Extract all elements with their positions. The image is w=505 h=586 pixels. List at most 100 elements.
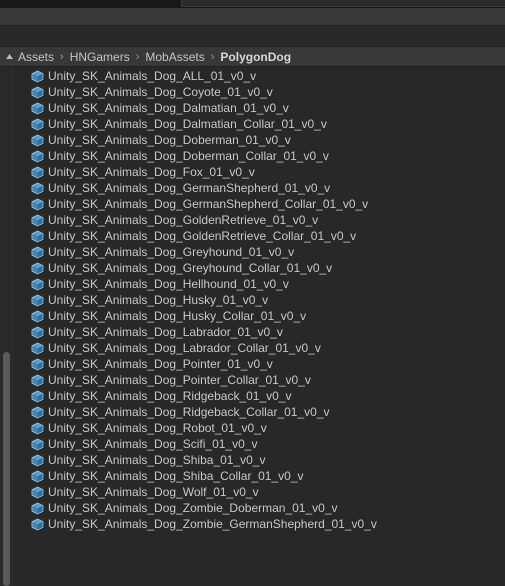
scrollbar-thumb[interactable] [3, 352, 10, 586]
asset-list-item-label: Unity_SK_Animals_Dog_Ridgeback_01_v0_v [48, 389, 292, 403]
asset-list-item-label: Unity_SK_Animals_Dog_Labrador_01_v0_v [48, 325, 283, 339]
prefab-cube-icon [30, 165, 44, 179]
breadcrumb-item-polygondog[interactable]: PolygonDog [220, 50, 291, 64]
prefab-cube-icon [30, 69, 44, 83]
breadcrumb-scroll-up-icon[interactable] [4, 47, 14, 66]
breadcrumb-item-hngamers[interactable]: HNGamers [70, 50, 130, 64]
asset-list-item-label: Unity_SK_Animals_Dog_Wolf_01_v0_v [48, 485, 259, 499]
asset-list-item[interactable]: Unity_SK_Animals_Dog_GermanShepherd_Coll… [30, 196, 500, 212]
asset-list-item-label: Unity_SK_Animals_Dog_Scifi_01_v0_v [48, 437, 258, 451]
asset-list-item[interactable]: Unity_SK_Animals_Dog_Ridgeback_Collar_01… [30, 404, 500, 420]
asset-list-item[interactable]: Unity_SK_Animals_Dog_Hellhound_01_v0_v [30, 276, 500, 292]
asset-list-item[interactable]: Unity_SK_Animals_Dog_Wolf_01_v0_v [30, 484, 500, 500]
asset-list-item-label: Unity_SK_Animals_Dog_Shiba_Collar_01_v0_… [48, 469, 304, 483]
prefab-cube-icon [30, 389, 44, 403]
asset-list-item[interactable]: Unity_SK_Animals_Dog_Greyhound_Collar_01… [30, 260, 500, 276]
prefab-cube-icon [30, 261, 44, 275]
asset-list-item-label: Unity_SK_Animals_Dog_Robot_01_v0_v [48, 421, 267, 435]
prefab-cube-icon [30, 85, 44, 99]
prefab-cube-icon [30, 453, 44, 467]
asset-list-item-label: Unity_SK_Animals_Dog_Dalmatian_Collar_01… [48, 117, 327, 131]
breadcrumb: Assets › HNGamers › MobAssets › PolygonD… [0, 46, 505, 67]
asset-list-item[interactable]: Unity_SK_Animals_Dog_Coyote_01_v0_v [30, 84, 500, 100]
asset-list-item-label: Unity_SK_Animals_Dog_Coyote_01_v0_v [48, 85, 273, 99]
prefab-cube-icon [30, 133, 44, 147]
prefab-cube-icon [30, 229, 44, 243]
prefab-cube-icon [30, 357, 44, 371]
asset-list-item[interactable]: Unity_SK_Animals_Dog_Fox_01_v0_v [30, 164, 500, 180]
asset-list-item[interactable]: Unity_SK_Animals_Dog_Robot_01_v0_v [30, 420, 500, 436]
prefab-cube-icon [30, 117, 44, 131]
prefab-cube-icon [30, 485, 44, 499]
asset-list-item[interactable]: Unity_SK_Animals_Dog_Dalmatian_01_v0_v [30, 100, 500, 116]
toolbar-spacer [0, 26, 505, 46]
prefab-cube-icon [30, 149, 44, 163]
vertical-scrollbar[interactable] [0, 67, 14, 586]
breadcrumb-item-mobassets[interactable]: MobAssets [145, 50, 204, 64]
prefab-cube-icon [30, 277, 44, 291]
prefab-cube-icon [30, 213, 44, 227]
project-window: Assets › HNGamers › MobAssets › PolygonD… [0, 0, 505, 586]
asset-list-item-label: Unity_SK_Animals_Dog_Greyhound_Collar_01… [48, 261, 333, 275]
prefab-cube-icon [30, 245, 44, 259]
asset-list-item[interactable]: Unity_SK_Animals_Dog_ALL_01_v0_v [30, 68, 500, 84]
prefab-cube-icon [30, 197, 44, 211]
asset-list-item-label: Unity_SK_Animals_Dog_Zombie_Doberman_01_… [48, 501, 338, 515]
asset-list-item[interactable]: Unity_SK_Animals_Dog_Doberman_Collar_01_… [30, 148, 500, 164]
breadcrumb-separator-icon: › [135, 50, 140, 63]
asset-list-item-label: Unity_SK_Animals_Dog_Fox_01_v0_v [48, 165, 255, 179]
breadcrumb-item-assets[interactable]: Assets [18, 50, 54, 64]
asset-list-item[interactable]: Unity_SK_Animals_Dog_Shiba_Collar_01_v0_… [30, 468, 500, 484]
asset-list-item-label: Unity_SK_Animals_Dog_ALL_01_v0_v [48, 69, 257, 83]
prefab-cube-icon [30, 405, 44, 419]
asset-list-item[interactable]: Unity_SK_Animals_Dog_Zombie_Doberman_01_… [30, 500, 500, 516]
asset-list-item[interactable]: Unity_SK_Animals_Dog_GoldenRetrieve_01_v… [30, 212, 500, 228]
asset-list-item[interactable]: Unity_SK_Animals_Dog_Dalmatian_Collar_01… [30, 116, 500, 132]
prefab-cube-icon [30, 341, 44, 355]
asset-list-item[interactable]: Unity_SK_Animals_Dog_Labrador_01_v0_v [30, 324, 500, 340]
asset-list-item[interactable]: Unity_SK_Animals_Dog_Ridgeback_01_v0_v [30, 388, 500, 404]
asset-list-item-label: Unity_SK_Animals_Dog_GermanShepherd_Coll… [48, 197, 369, 211]
asset-list-item[interactable]: Unity_SK_Animals_Dog_GermanShepherd_01_v… [30, 180, 500, 196]
asset-list-item-label: Unity_SK_Animals_Dog_GoldenRetrieve_01_v… [48, 213, 319, 227]
asset-list-item-label: Unity_SK_Animals_Dog_Labrador_Collar_01_… [48, 341, 321, 355]
asset-list-item[interactable]: Unity_SK_Animals_Dog_Scifi_01_v0_v [30, 436, 500, 452]
breadcrumb-separator-icon: › [60, 50, 64, 63]
asset-list-item-label: Unity_SK_Animals_Dog_Husky_Collar_01_v0_… [48, 309, 307, 323]
asset-list-item-label: Unity_SK_Animals_Dog_Pointer_01_v0_v [48, 357, 273, 371]
asset-list-item[interactable]: Unity_SK_Animals_Dog_Doberman_01_v0_v [30, 132, 500, 148]
prefab-cube-icon [30, 501, 44, 515]
asset-list-item[interactable]: Unity_SK_Animals_Dog_Greyhound_01_v0_v [30, 244, 500, 260]
asset-list-item[interactable]: Unity_SK_Animals_Dog_Pointer_01_v0_v [30, 356, 500, 372]
asset-list-item-label: Unity_SK_Animals_Dog_Hellhound_01_v0_v [48, 277, 289, 291]
asset-list-item-label: Unity_SK_Animals_Dog_Doberman_Collar_01_… [48, 149, 329, 163]
prefab-cube-icon [30, 469, 44, 483]
asset-list-item[interactable]: Unity_SK_Animals_Dog_GoldenRetrieve_Coll… [30, 228, 500, 244]
asset-list-item[interactable]: Unity_SK_Animals_Dog_Husky_01_v0_v [30, 292, 500, 308]
window-top-strip [0, 0, 505, 8]
asset-list-item[interactable]: Unity_SK_Animals_Dog_Shiba_01_v0_v [30, 452, 500, 468]
asset-list-item-label: Unity_SK_Animals_Dog_Doberman_01_v0_v [48, 133, 291, 147]
prefab-cube-icon [30, 101, 44, 115]
window-tab[interactable] [181, 0, 505, 7]
prefab-cube-icon [30, 325, 44, 339]
asset-list-item[interactable]: Unity_SK_Animals_Dog_Zombie_GermanShephe… [30, 516, 500, 532]
asset-list-item-label: Unity_SK_Animals_Dog_GermanShepherd_01_v… [48, 181, 331, 195]
prefab-cube-icon [30, 181, 44, 195]
asset-list-item[interactable]: Unity_SK_Animals_Dog_Labrador_Collar_01_… [30, 340, 500, 356]
asset-list-area: Unity_SK_Animals_Dog_ALL_01_v0_v Unity_SK… [0, 67, 505, 586]
asset-list: Unity_SK_Animals_Dog_ALL_01_v0_v Unity_SK… [30, 68, 500, 532]
asset-list-item[interactable]: Unity_SK_Animals_Dog_Pointer_Collar_01_v… [30, 372, 500, 388]
asset-list-item-label: Unity_SK_Animals_Dog_Dalmatian_01_v0_v [48, 101, 289, 115]
asset-list-item-label: Unity_SK_Animals_Dog_Ridgeback_Collar_01… [48, 405, 330, 419]
prefab-cube-icon [30, 421, 44, 435]
asset-list-item-label: Unity_SK_Animals_Dog_Husky_01_v0_v [48, 293, 269, 307]
asset-list-item-label: Unity_SK_Animals_Dog_Shiba_01_v0_v [48, 453, 266, 467]
breadcrumb-separator-icon: › [210, 50, 215, 63]
asset-list-item-label: Unity_SK_Animals_Dog_Pointer_Collar_01_v… [48, 373, 311, 387]
prefab-cube-icon [30, 437, 44, 451]
project-toolbar [0, 8, 505, 26]
asset-list-item[interactable]: Unity_SK_Animals_Dog_Husky_Collar_01_v0_… [30, 308, 500, 324]
prefab-cube-icon [30, 373, 44, 387]
asset-list-item-label: Unity_SK_Animals_Dog_GoldenRetrieve_Coll… [48, 229, 357, 243]
